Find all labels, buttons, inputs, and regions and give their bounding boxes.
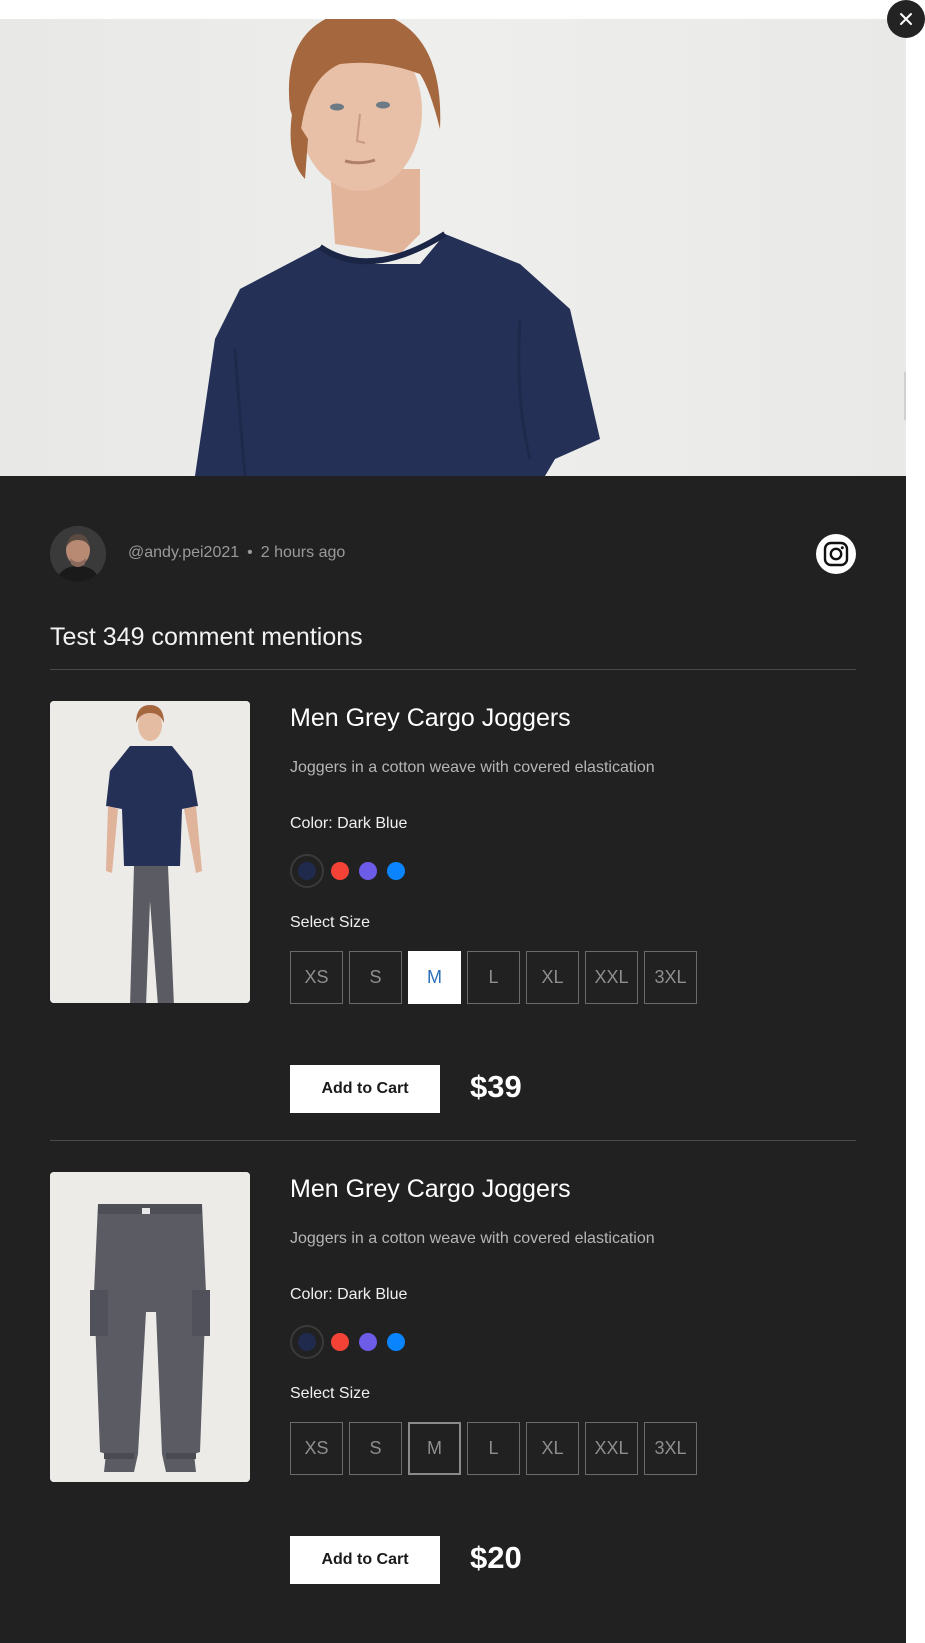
- size-option-xl[interactable]: XL: [526, 1422, 579, 1475]
- size-option-s[interactable]: S: [349, 951, 402, 1004]
- scrollbar[interactable]: [904, 372, 906, 420]
- color-swatch-dark-blue[interactable]: [290, 1325, 324, 1359]
- avatar[interactable]: [50, 526, 106, 582]
- close-icon: [900, 13, 912, 25]
- add-to-cart-button[interactable]: Add to Cart: [290, 1065, 440, 1113]
- size-option-s[interactable]: S: [349, 1422, 402, 1475]
- divider: [50, 669, 856, 670]
- divider: [50, 1140, 856, 1141]
- size-option-3xl[interactable]: 3XL: [644, 1422, 697, 1475]
- color-label: Color: Dark Blue: [290, 815, 408, 832]
- meta-separator: •: [247, 544, 253, 561]
- post-meta: @andy.pei2021 • 2 hours ago: [128, 544, 345, 562]
- product-modal: @andy.pei2021 • 2 hours ago Test 349 comme…: [0, 19, 906, 1643]
- size-option-l[interactable]: L: [467, 951, 520, 1004]
- color-swatch-purple[interactable]: [359, 862, 377, 880]
- post-caption: Test 349 comment mentions: [50, 623, 363, 651]
- color-swatch-blue[interactable]: [387, 862, 405, 880]
- size-option-xxl[interactable]: XXL: [585, 951, 638, 1004]
- size-label: Select Size: [290, 1385, 371, 1402]
- color-swatch-purple[interactable]: [359, 1333, 377, 1351]
- username[interactable]: @andy.pei2021: [128, 544, 239, 561]
- product-image[interactable]: [50, 701, 250, 1003]
- color-swatch-red[interactable]: [331, 1333, 349, 1351]
- color-swatch-blue[interactable]: [387, 1333, 405, 1351]
- size-option-xs[interactable]: XS: [290, 1422, 343, 1475]
- close-button[interactable]: [887, 0, 925, 38]
- product-card: Men Grey Cargo Joggers Joggers in a cott…: [50, 1172, 856, 1612]
- color-swatch-red[interactable]: [331, 862, 349, 880]
- product-price: $20: [470, 1540, 522, 1575]
- size-option-m[interactable]: M: [408, 951, 461, 1004]
- product-image[interactable]: [50, 1172, 250, 1482]
- size-option-xs[interactable]: XS: [290, 951, 343, 1004]
- size-option-3xl[interactable]: 3XL: [644, 951, 697, 1004]
- instagram-icon: [823, 541, 849, 567]
- size-label: Select Size: [290, 914, 371, 931]
- post-time: 2 hours ago: [260, 544, 346, 561]
- size-option-m[interactable]: M: [408, 1422, 461, 1475]
- color-label: Color: Dark Blue: [290, 1286, 408, 1303]
- product-price: $39: [470, 1069, 522, 1104]
- add-to-cart-button[interactable]: Add to Cart: [290, 1536, 440, 1584]
- product-card: Men Grey Cargo Joggers Joggers in a cott…: [50, 701, 856, 1141]
- product-description: Joggers in a cotton weave with covered e…: [290, 759, 655, 776]
- post-header: @andy.pei2021 • 2 hours ago: [50, 526, 856, 584]
- color-swatch-dark-blue[interactable]: [290, 854, 324, 888]
- hero-image: [0, 19, 906, 476]
- size-option-xxl[interactable]: XXL: [585, 1422, 638, 1475]
- size-option-l[interactable]: L: [467, 1422, 520, 1475]
- instagram-button[interactable]: [816, 534, 856, 574]
- product-description: Joggers in a cotton weave with covered e…: [290, 1230, 655, 1247]
- product-title[interactable]: Men Grey Cargo Joggers: [290, 704, 571, 733]
- size-option-xl[interactable]: XL: [526, 951, 579, 1004]
- product-title[interactable]: Men Grey Cargo Joggers: [290, 1175, 571, 1204]
